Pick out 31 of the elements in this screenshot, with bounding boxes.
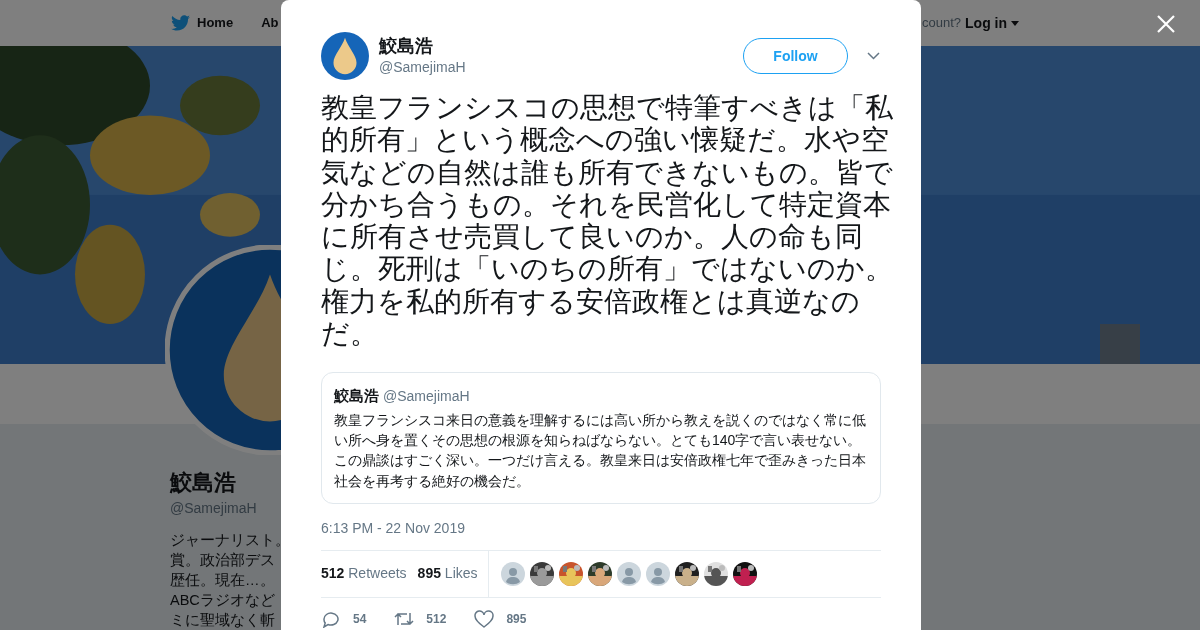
stat-link[interactable]: 512 Retweets bbox=[321, 563, 407, 585]
quoted-tweet[interactable]: 鮫島浩 @SamejimaH 教皇フランシスコ来日の意義を理解するには高い所から教えを説くのではなく常に低い所へ身を置くその思想の根源を知らねばならない。とても140字で言い表せない。この鼎談はすごく深い。一つだけ言える。教皇来日は安倍政権七年で歪みきった日本社会を再考する絶好の機会だ。 bbox=[321, 372, 881, 505]
heart-icon bbox=[474, 610, 495, 629]
quoted-tweet-text: 教皇フランシスコ来日の意義を理解するには高い所から教えを説くのではなく常に低い所へ身を置くその思想の根源を知らねばならない。とても140字で言い表せない。この鼎談はすごく深い。一つだけ言える。教皇来日は安倍政権七年で歪みきった日本社会を再考する絶好の機会だ。 bbox=[334, 410, 867, 491]
author-handle[interactable]: @SamejimaH bbox=[379, 57, 466, 77]
quoted-author-name: 鮫島浩 bbox=[334, 386, 379, 407]
chevron-down-icon[interactable] bbox=[867, 52, 880, 60]
caret-icon bbox=[1011, 20, 1020, 26]
bio-line: 歴任。現在…。 bbox=[170, 571, 276, 590]
bio-line: 賞。政治部デス bbox=[170, 551, 276, 570]
bio-line: ジャーナリスト。 bbox=[170, 531, 280, 550]
profile-handle: @SamejimaH bbox=[170, 499, 257, 518]
close-icon[interactable] bbox=[1157, 15, 1175, 33]
retweet-button[interactable]: 512 bbox=[394, 610, 447, 629]
bio-line: ABCラジオなど bbox=[170, 591, 276, 610]
account-prompt: count? bbox=[922, 14, 962, 33]
profile-name: 鮫島浩 bbox=[170, 469, 236, 497]
nav-link[interactable]: Ab bbox=[261, 13, 279, 33]
like-button[interactable]: 895 bbox=[474, 610, 527, 629]
reply-icon bbox=[321, 610, 341, 629]
tweet-timestamp: 6:13 PM - 22 Nov 2019 bbox=[321, 519, 466, 539]
nav-link[interactable]: Home bbox=[171, 13, 234, 33]
avatar-icon[interactable] bbox=[321, 32, 369, 80]
bird-icon bbox=[171, 14, 190, 31]
login-link[interactable]: Log in bbox=[965, 12, 1020, 34]
author-name[interactable]: 鮫島浩 bbox=[379, 35, 466, 57]
quoted-author-handle: @SamejimaH bbox=[383, 387, 470, 407]
stat-link[interactable]: 895 Likes bbox=[417, 563, 478, 585]
reply-button[interactable]: 54 bbox=[321, 610, 367, 629]
tweet-text: 教皇フランシスコの思想で特筆すべきは「私的所有」という概念への強い懐疑だ。水や空気などの自然は誰も所有できないもの。皆で分かち合うもの。それを民営化して特定資本に所有させ売買して良いのか。人の命も同じ。死刑は「いのちの所有」ではないのか。権力を私的所有する安倍政権とは真逆なのだ。 bbox=[321, 92, 893, 351]
bio-line: ミに聖域なく斬 bbox=[170, 611, 276, 630]
